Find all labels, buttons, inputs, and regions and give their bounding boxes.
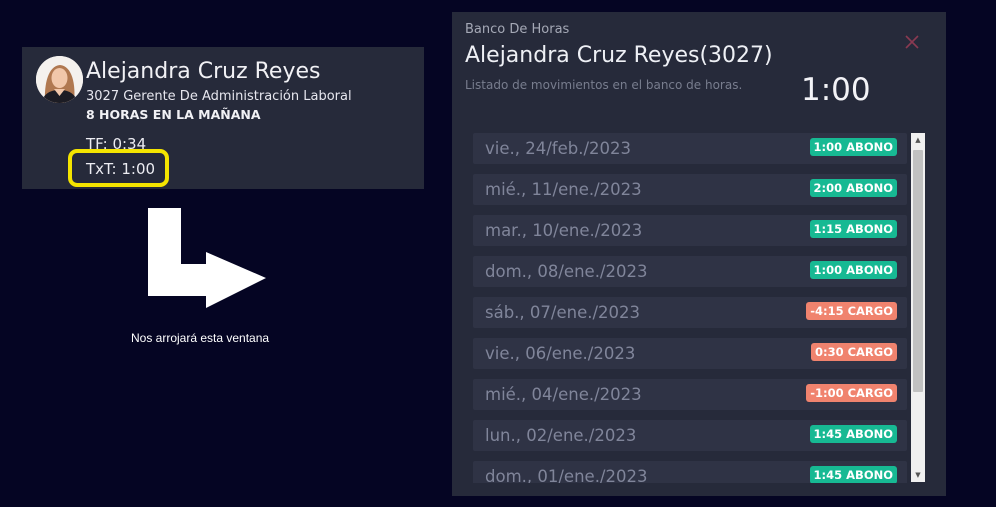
- movement-badge: 1:45 ABONO: [809, 425, 897, 443]
- scroll-thumb[interactable]: [913, 150, 923, 392]
- movement-date: mié., 11/ene./2023: [485, 180, 642, 199]
- list-item: vie., 06/ene./2023 0:30 CARGO: [473, 338, 907, 369]
- list-item: lun., 02/ene./2023 1:45 ABONO: [473, 420, 907, 451]
- list-item: mié., 11/ene./2023 2:00 ABONO: [473, 174, 907, 205]
- movement-date: lun., 02/ene./2023: [485, 426, 637, 445]
- movement-badge: -1:00 CARGO: [806, 384, 897, 402]
- list-item: mar., 10/ene./2023 1:15 ABONO: [473, 215, 907, 246]
- movement-date: vie., 24/feb./2023: [485, 139, 632, 158]
- bank-hours-modal: Banco De Horas Alejandra Cruz Reyes(3027…: [452, 12, 946, 496]
- modal-heading: Banco De Horas: [465, 22, 570, 37]
- list-item: vie., 24/feb./2023 1:00 ABONO: [473, 133, 907, 164]
- movement-badge: 1:15 ABONO: [809, 220, 897, 238]
- scroll-down-icon[interactable]: ▼: [911, 468, 925, 482]
- movement-badge: 1:00 ABONO: [809, 138, 897, 156]
- list-scrollbar[interactable]: ▲ ▼: [911, 133, 925, 482]
- movement-badge: 1:45 ABONO: [809, 466, 897, 483]
- movement-badge: 0:30 CARGO: [810, 343, 897, 361]
- close-icon[interactable]: [904, 34, 920, 50]
- movement-date: dom., 08/ene./2023: [485, 262, 648, 281]
- movement-badge: 2:00 ABONO: [809, 179, 897, 197]
- list-item: dom., 01/ene./2023 1:45 ABONO: [473, 461, 907, 483]
- movement-date: dom., 01/ene./2023: [485, 467, 648, 483]
- list-item: dom., 08/ene./2023 1:00 ABONO: [473, 256, 907, 287]
- list-item: sáb., 07/ene./2023 -4:15 CARGO: [473, 297, 907, 328]
- movement-date: mié., 04/ene./2023: [485, 385, 642, 404]
- highlight-box: [68, 149, 169, 187]
- caption-text: Nos arrojará esta ventana: [131, 331, 270, 345]
- movement-date: vie., 06/ene./2023: [485, 344, 636, 363]
- list-item: mié., 04/ene./2023 -1:00 CARGO: [473, 379, 907, 410]
- employee-name: Alejandra Cruz Reyes: [86, 59, 321, 84]
- movement-date: sáb., 07/ene./2023: [485, 303, 641, 322]
- movement-badge: -4:15 CARGO: [806, 302, 897, 320]
- modal-subtitle: Listado de movimientos en el banco de ho…: [465, 78, 743, 92]
- arrow-down-right-icon: [148, 208, 268, 314]
- movements-list: vie., 24/feb./2023 1:00 ABONO mié., 11/e…: [473, 133, 909, 483]
- movement-date: mar., 10/ene./2023: [485, 221, 643, 240]
- modal-title: Alejandra Cruz Reyes(3027): [465, 43, 773, 68]
- hours-total: 1:00: [801, 72, 871, 108]
- employee-role: 3027 Gerente De Administración Laboral: [86, 89, 352, 104]
- avatar: [36, 56, 83, 103]
- scroll-up-icon[interactable]: ▲: [911, 133, 925, 147]
- movement-badge: 1:00 ABONO: [809, 261, 897, 279]
- employee-shift: 8 HORAS EN LA MAÑANA: [86, 107, 261, 122]
